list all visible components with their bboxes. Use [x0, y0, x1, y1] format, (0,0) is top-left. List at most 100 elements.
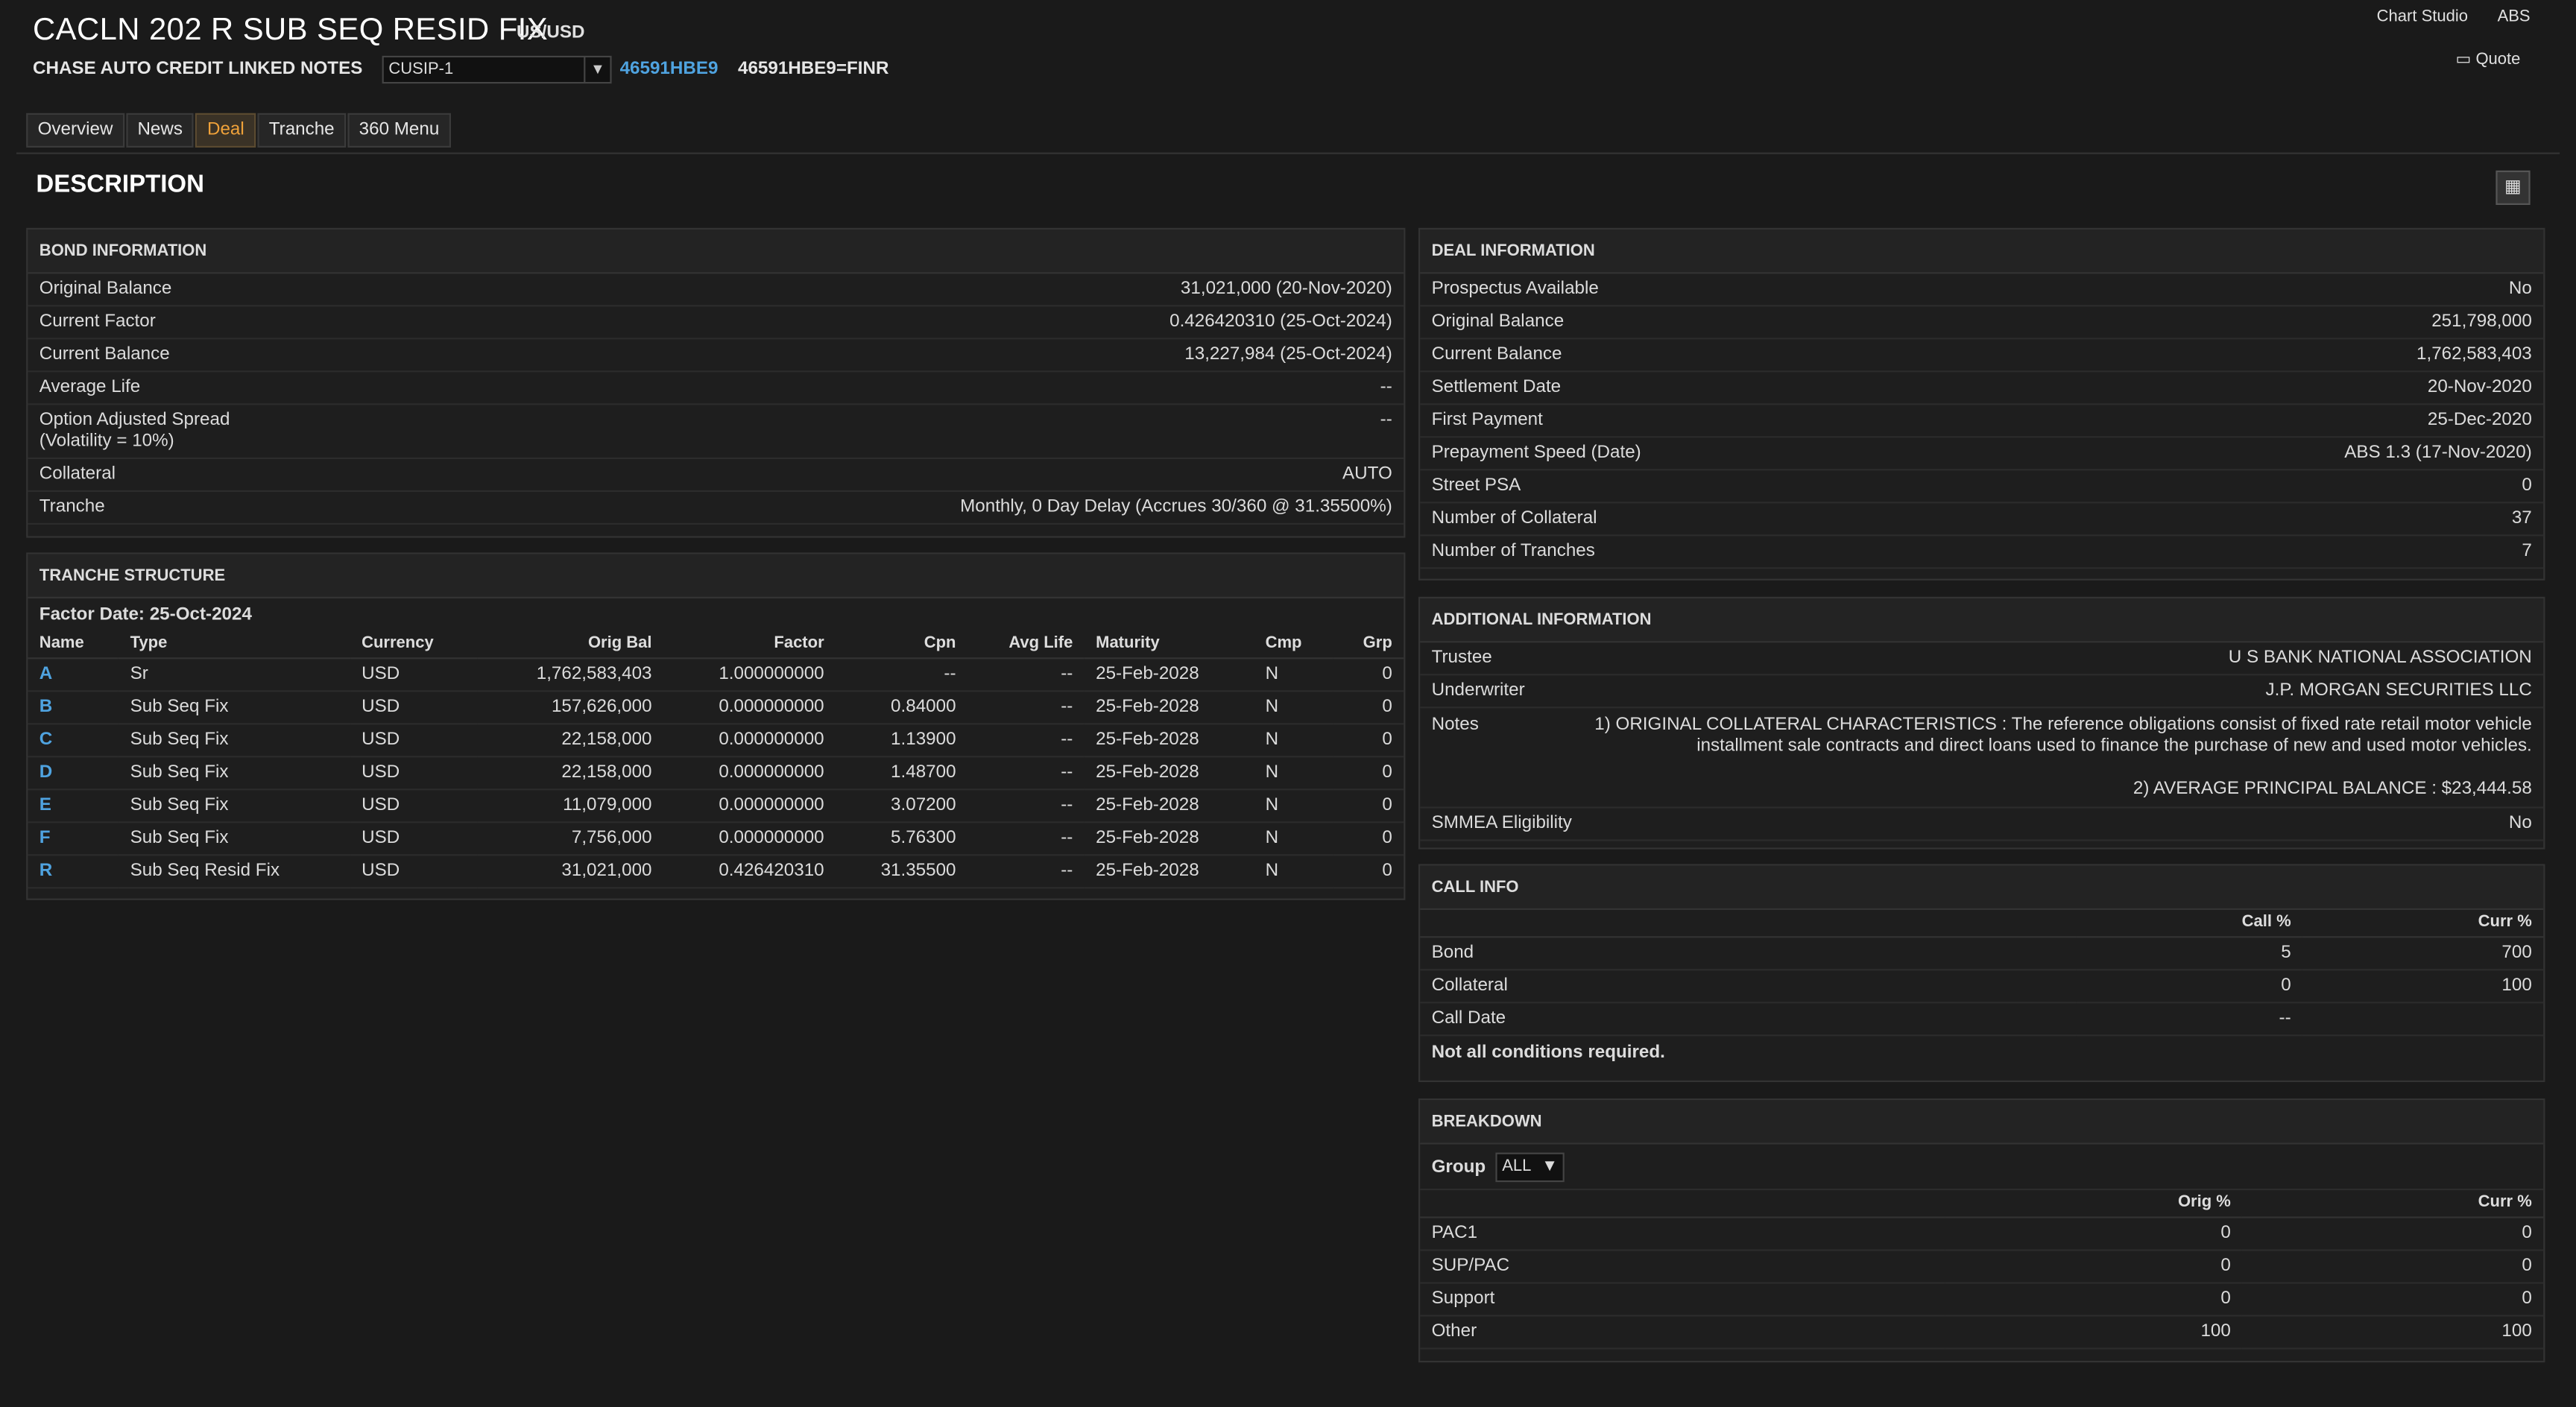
row-label: Prospectus Available	[1431, 279, 1599, 299]
tranche-name-link[interactable]: E	[28, 788, 119, 823]
col-header: Orig Bal	[477, 631, 663, 659]
table-cell: USD	[350, 657, 478, 692]
info-row: Original Balance 31,021,000 (20-Nov-2020)	[28, 274, 1404, 307]
oas-sublabel: (Volatility = 10%)	[39, 431, 174, 451]
chart-studio-link[interactable]: Chart Studio	[2377, 8, 2468, 26]
table-cell: 0.000000000	[663, 690, 836, 724]
table-cell: 100	[1945, 1315, 2243, 1349]
table-cell: --	[967, 854, 1085, 888]
table-cell: 25-Feb-2028	[1084, 723, 1254, 757]
table-cell: Support	[1420, 1282, 1945, 1316]
row-value: 251,798,000	[2431, 312, 2532, 332]
abs-link[interactable]: ABS	[2498, 8, 2531, 26]
group-select[interactable]: ALL ▼	[1495, 1151, 1565, 1182]
table-cell: 1.13900	[836, 723, 967, 757]
info-row: Prospectus Available No	[1420, 274, 2544, 307]
info-row: Settlement Date 20-Nov-2020	[1420, 372, 2544, 405]
tranche-name-link[interactable]: D	[28, 756, 119, 790]
col-header: Grp	[1333, 631, 1404, 659]
row-label: Current Factor	[39, 312, 156, 332]
id-type-select[interactable]: CUSIP-1 ▼	[382, 55, 612, 84]
panel-title: BOND INFORMATION	[28, 230, 1404, 274]
tranche-name-link[interactable]: R	[28, 854, 119, 888]
table-row: Call Date --	[1420, 1002, 2544, 1036]
table-cell: USD	[350, 821, 478, 856]
row-label: Current Balance	[39, 344, 170, 364]
col-header: Type	[119, 631, 350, 659]
table-cell: 0	[1333, 756, 1404, 790]
info-row: Average Life --	[28, 372, 1404, 405]
table-row: F Sub Seq Fix USD 7,756,000 0.000000000 5.763…	[28, 821, 1404, 856]
row-label: Number of Tranches	[1431, 541, 1595, 561]
tab-overview[interactable]: Overview	[26, 113, 124, 148]
row-value: 20-Nov-2020	[2427, 377, 2532, 397]
table-cell: 0	[1333, 788, 1404, 823]
breakdown-table: Orig % Curr % PAC1 0 0 SUP/PAC 0 0 Support 0 0 Oth…	[1420, 1190, 2544, 1349]
col-header: Orig %	[1945, 1190, 2243, 1218]
table-cell: 22,158,000	[477, 756, 663, 790]
row-value: 0	[2522, 475, 2532, 496]
table-cell: Bond	[1420, 936, 2077, 970]
table-cell: N	[1254, 657, 1334, 692]
chevron-down-icon[interactable]: ▼	[1541, 1157, 1558, 1175]
tab-news[interactable]: News	[126, 113, 195, 148]
currency-label: US/USD	[517, 22, 585, 43]
info-row: Number of Tranches 7	[1420, 536, 2544, 569]
breakdown-table-body: PAC1 0 0 SUP/PAC 0 0 Support 0 0 Other 100 100	[1420, 1216, 2544, 1349]
tranche-table-body: A Sr USD 1,762,583,403 1.000000000 -- -- 25-Feb…	[28, 657, 1404, 888]
tab-deal[interactable]: Deal	[195, 113, 256, 148]
tranche-name-link[interactable]: A	[28, 657, 119, 692]
table-cell: Sub Seq Fix	[119, 756, 350, 790]
table-cell: 1,762,583,403	[477, 657, 663, 692]
table-cell: 31.35500	[836, 854, 967, 888]
table-cell: USD	[350, 690, 478, 724]
tab-360-menu[interactable]: 360 Menu	[347, 113, 451, 148]
table-header-row: Orig % Curr %	[1420, 1190, 2544, 1218]
group-selector-row: Group ALL ▼	[1420, 1145, 2544, 1191]
quote-button[interactable]: ▭ Quote	[2456, 51, 2521, 69]
info-row: Collateral AUTO	[28, 459, 1404, 492]
table-row: Bond 5 700	[1420, 936, 2544, 970]
table-cell: 0	[2242, 1216, 2544, 1251]
tranche-name-link[interactable]: F	[28, 821, 119, 856]
breakdown-panel: BREAKDOWN Group ALL ▼ Orig % Curr % PAC1 0 0 S…	[1418, 1098, 2545, 1363]
col-header: Factor	[663, 631, 836, 659]
additional-information-panel: ADDITIONAL INFORMATION Trustee U S BANK N…	[1418, 596, 2545, 850]
row-value: --	[1380, 377, 1392, 397]
divider	[16, 152, 2560, 154]
cusip-link[interactable]: 46591HBE9	[620, 59, 719, 78]
info-row: Prepayment Speed (Date) ABS 1.3 (17-Nov-2…	[1420, 437, 2544, 471]
table-row: SUP/PAC 0 0	[1420, 1249, 2544, 1283]
security-title: CACLN 202 R SUB SEQ RESID FIX	[33, 13, 549, 48]
table-cell: --	[836, 657, 967, 692]
panel-title: CALL INFO	[1420, 865, 2544, 910]
table-row: B Sub Seq Fix USD 157,626,000 0.000000000 0.8…	[28, 690, 1404, 724]
quote-icon: ▭	[2455, 51, 2476, 69]
table-cell: 5	[2076, 936, 2303, 970]
table-cell: N	[1254, 690, 1334, 724]
chevron-down-icon[interactable]: ▼	[584, 57, 610, 82]
oas-label: Option Adjusted Spread	[39, 410, 230, 430]
table-cell: --	[967, 657, 1085, 692]
row-label: Notes	[1431, 715, 1479, 735]
table-cell: 0	[2242, 1282, 2544, 1316]
app: CACLN 202 R SUB SEQ RESID FIX US/USD CHA…	[0, 0, 2576, 1407]
table-cell: 31,021,000	[477, 854, 663, 888]
table-cell: 0	[1945, 1249, 2243, 1283]
note-1: 1) ORIGINAL COLLATERAL CHARACTERISTICS :…	[1594, 715, 2532, 756]
info-row: Current Factor 0.426420310 (25-Oct-2024)	[28, 306, 1404, 340]
info-row: Tranche Monthly, 0 Day Delay (Accrues 30/…	[28, 492, 1404, 525]
table-cell: 1.48700	[836, 756, 967, 790]
deal-information-panel: DEAL INFORMATION Prospectus Available No O…	[1418, 227, 2545, 581]
table-cell: USD	[350, 723, 478, 757]
tranche-name-link[interactable]: C	[28, 723, 119, 757]
export-excel-icon[interactable]: ▦	[2496, 170, 2531, 205]
tab-tranche[interactable]: Tranche	[257, 113, 347, 148]
info-row: Underwriter J.P. MORGAN SECURITIES LLC	[1420, 675, 2544, 709]
table-row: Collateral 0 100	[1420, 969, 2544, 1003]
tranche-name-link[interactable]: B	[28, 690, 119, 724]
row-label: Underwriter	[1431, 680, 1525, 701]
table-cell: N	[1254, 723, 1334, 757]
table-cell: 0.000000000	[663, 821, 836, 856]
table-cell: 0.84000	[836, 690, 967, 724]
